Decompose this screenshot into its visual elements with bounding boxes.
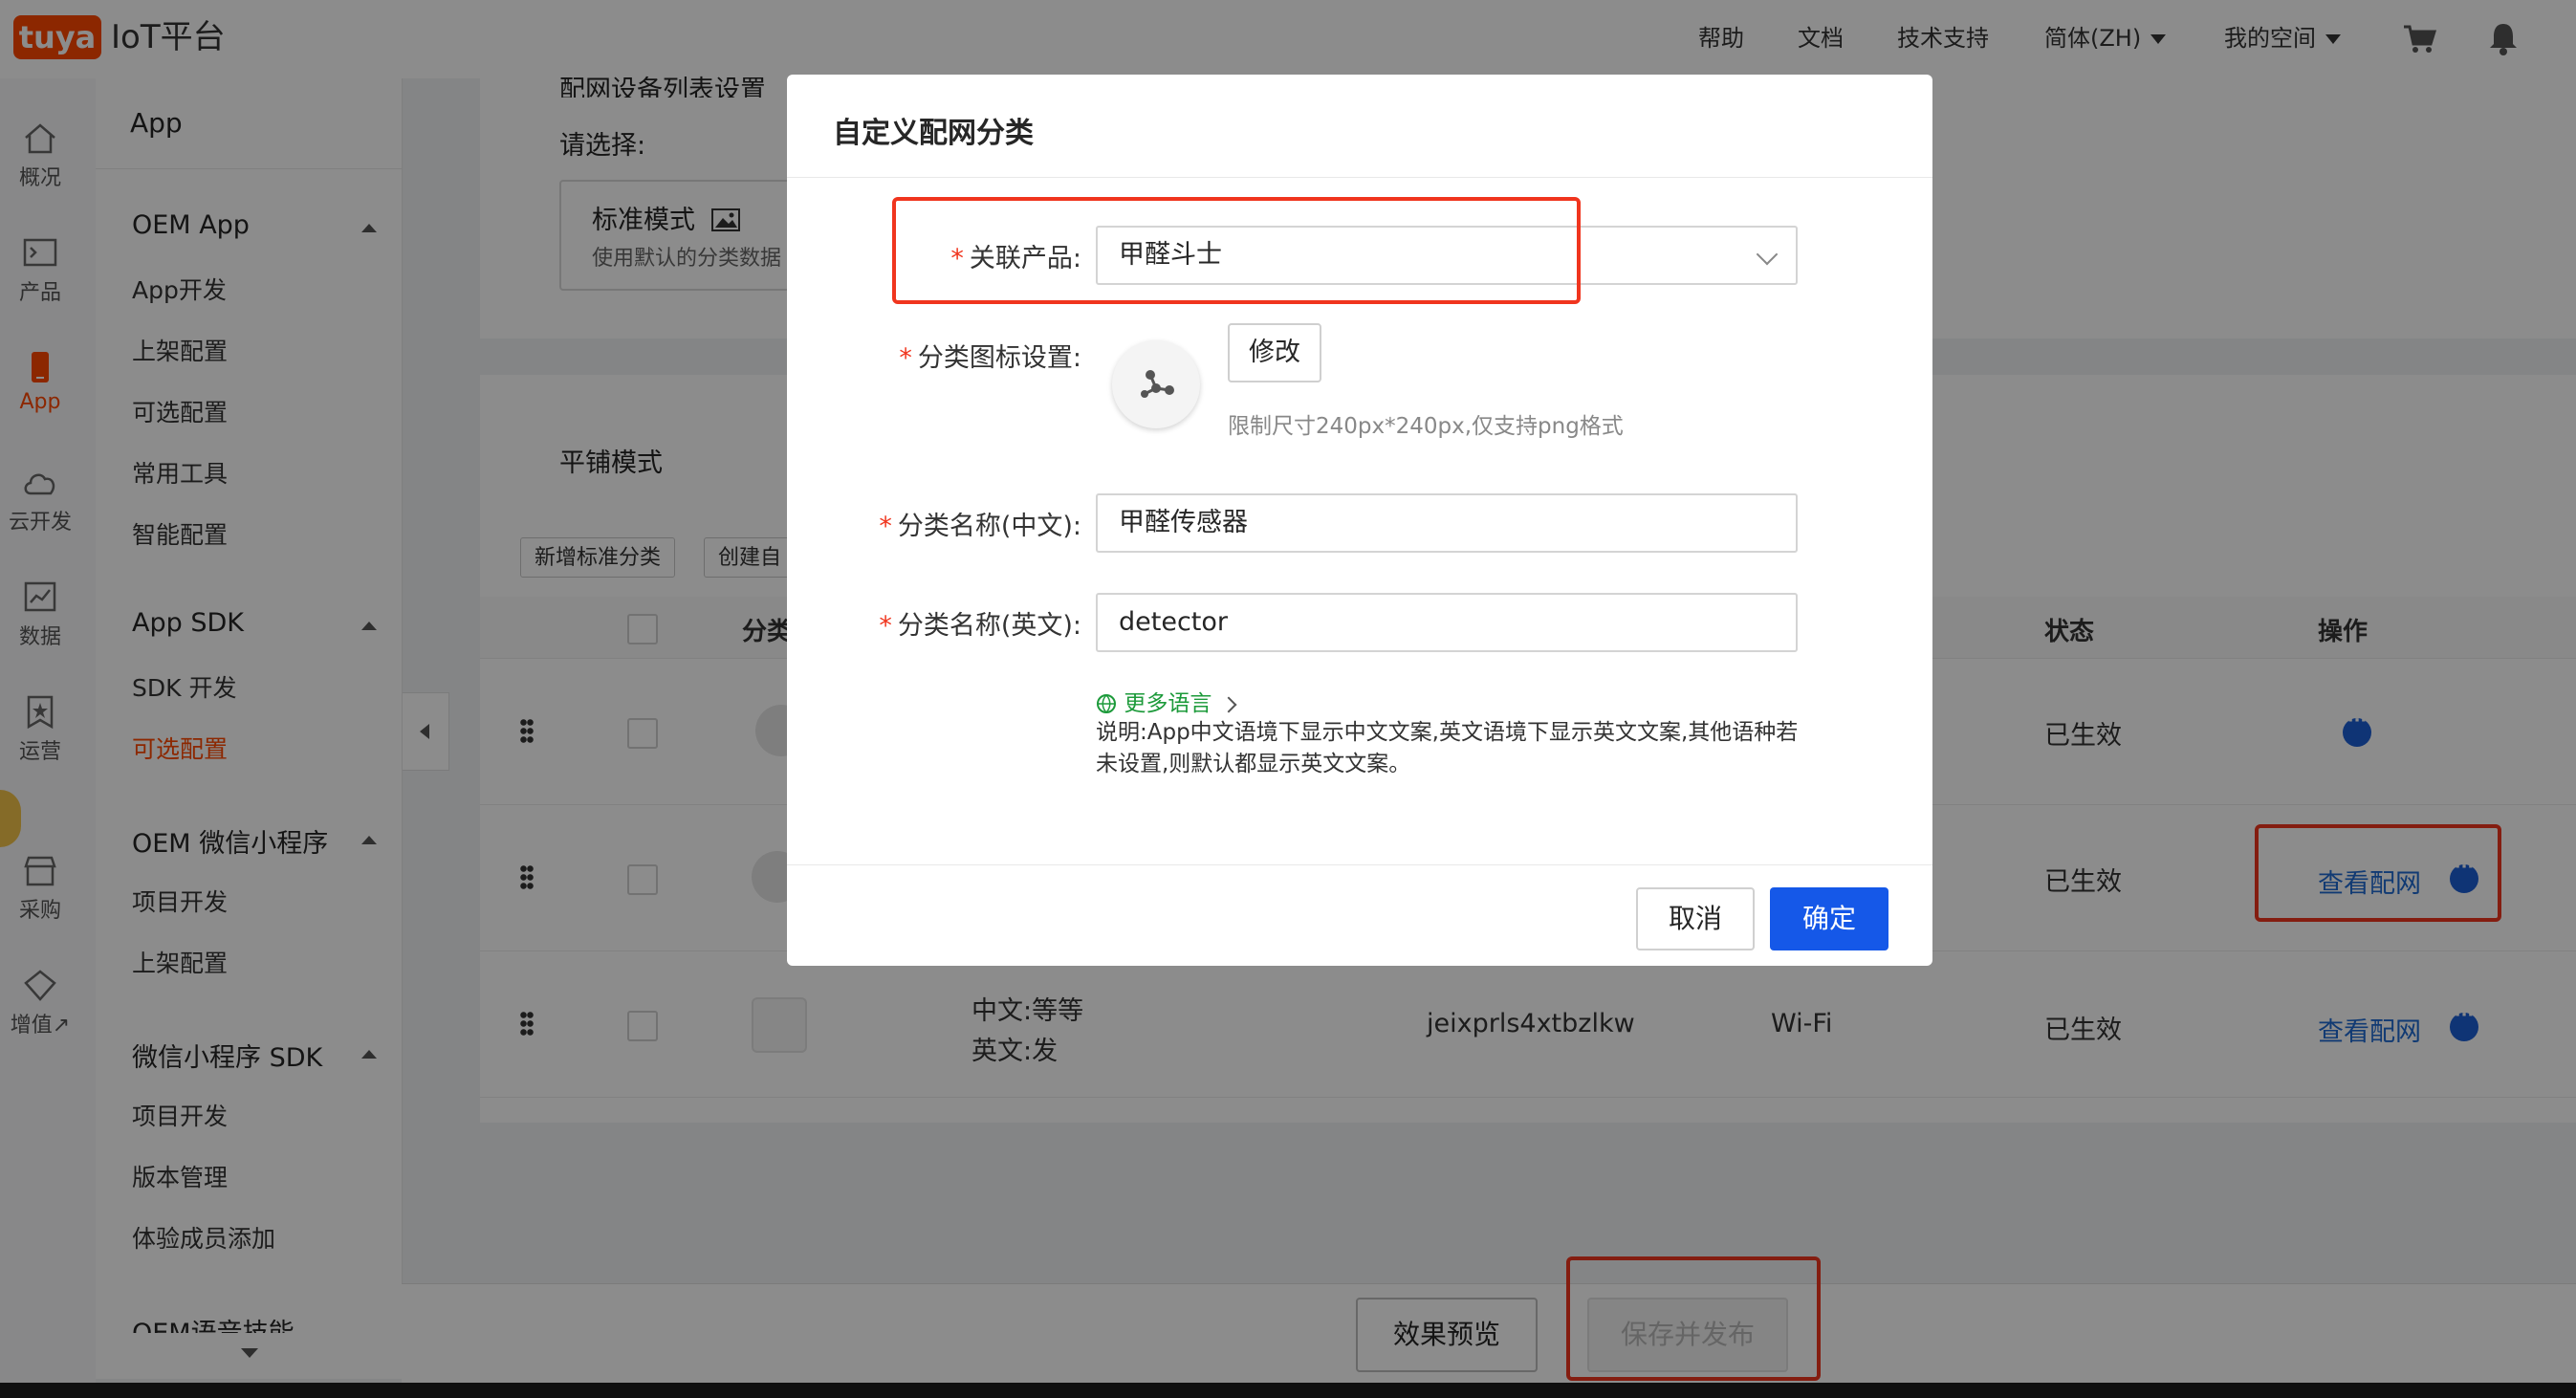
name-cn-label: * 分类名称(中文): bbox=[879, 512, 1081, 541]
divider bbox=[787, 177, 1932, 178]
name-cn-input[interactable]: 甲醛传感器 bbox=[1096, 493, 1798, 553]
chevron-right-icon bbox=[1220, 696, 1237, 713]
divider bbox=[787, 864, 1932, 865]
confirm-button[interactable]: 确定 bbox=[1770, 887, 1888, 950]
chevron-down-icon bbox=[1756, 243, 1779, 266]
icon-hint: 限制尺寸240px*240px,仅支持png格式 bbox=[1228, 414, 1624, 439]
name-en-input[interactable]: detector bbox=[1096, 593, 1798, 652]
modal-title: 自定义配网分类 bbox=[833, 117, 1034, 150]
highlight-box bbox=[892, 197, 1581, 304]
category-icon-preview bbox=[1112, 340, 1200, 428]
molecule-icon bbox=[1141, 370, 1174, 398]
icon-label: * 分类图标设置: bbox=[899, 343, 1081, 373]
cancel-button[interactable]: 取消 bbox=[1636, 887, 1755, 950]
more-languages-link[interactable]: 更多语言 bbox=[1096, 685, 1237, 717]
globe-icon bbox=[1097, 694, 1116, 714]
edit-icon-button[interactable]: 修改 bbox=[1228, 323, 1321, 382]
language-note: 说明:App中文语境下显示中文文案,英文语境下显示英文文案,其他语种若未设置,则… bbox=[1096, 720, 1799, 776]
name-en-label: * 分类名称(英文): bbox=[879, 611, 1081, 641]
